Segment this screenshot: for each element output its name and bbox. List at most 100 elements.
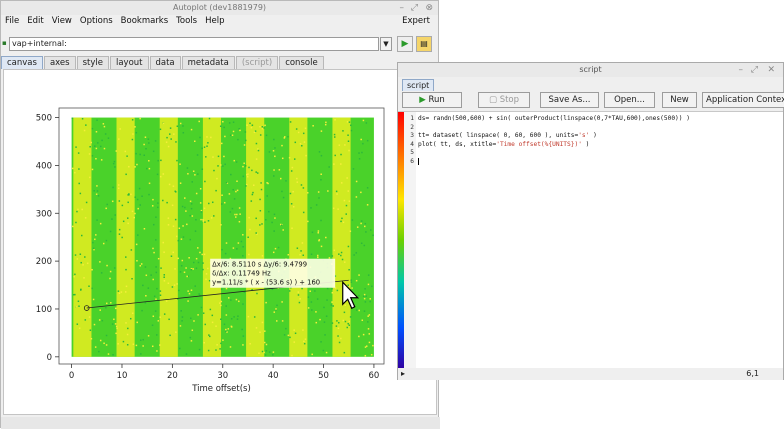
minimize-icon[interactable]: – <box>739 63 744 77</box>
heatmap-speckle <box>120 291 123 293</box>
heatmap-speckle <box>125 173 127 176</box>
menu-view[interactable]: View <box>48 15 76 28</box>
heatmap-speckle <box>176 283 178 285</box>
tab-script[interactable]: script <box>402 79 435 91</box>
heatmap-speckle <box>114 166 116 168</box>
open-button[interactable]: Open... <box>604 92 655 108</box>
heatmap-speckle <box>180 310 182 312</box>
tab-canvas[interactable]: canvas <box>1 56 43 69</box>
plot-canvas[interactable]: 0 100 200 300 400 500 0 10 20 30 40 50 60 Time offset… <box>3 69 437 415</box>
heatmap-speckle <box>239 129 241 132</box>
restore-icon[interactable]: ⤢ <box>751 63 758 77</box>
code-line[interactable]: 2 <box>404 124 418 132</box>
menu-help[interactable]: Help <box>201 15 228 28</box>
code-line[interactable]: 5 <box>404 149 418 157</box>
heatmap-speckle <box>289 121 292 123</box>
heatmap-speckle <box>290 203 293 205</box>
heatmap-speckle <box>351 219 354 221</box>
heatmap-speckle <box>281 301 283 303</box>
uri-input[interactable]: vap+internal: <box>9 37 379 51</box>
heatmap-speckle <box>302 211 305 214</box>
tab-console[interactable]: console <box>279 56 324 69</box>
stop-button[interactable]: ▢ Stop <box>478 92 530 108</box>
heatmap-speckle <box>274 147 276 149</box>
heatmap-speckle <box>125 322 127 324</box>
heatmap-speckle <box>159 344 161 346</box>
main-window-title: Autoplot (dev1881979) <box>172 3 267 12</box>
tab-style[interactable]: style <box>76 56 109 69</box>
heatmap-speckle <box>106 264 108 267</box>
tab-metadata[interactable]: metadata <box>181 56 235 69</box>
heatmap-speckle <box>151 205 154 207</box>
uri-dropdown-button[interactable]: ▼ <box>380 37 392 51</box>
heatmap-speckle <box>179 325 182 327</box>
heatmap-speckle <box>268 151 271 153</box>
run-button[interactable]: ▶ Run <box>402 92 462 108</box>
heatmap-speckle <box>182 125 184 127</box>
heatmap-speckle <box>118 200 121 202</box>
heatmap-speckle <box>340 153 342 156</box>
heatmap-speckle <box>343 261 346 263</box>
close-icon[interactable]: ✕ <box>767 63 775 77</box>
heatmap-speckle <box>95 147 98 150</box>
menu-options[interactable]: Options <box>76 15 117 28</box>
heatmap-speckle <box>282 196 285 199</box>
go-button[interactable]: ▶ <box>397 36 413 52</box>
heatmap-speckle <box>141 195 143 198</box>
minimize-icon[interactable]: – <box>400 1 405 15</box>
menu-edit[interactable]: Edit <box>23 15 47 28</box>
code-line[interactable]: 1 ds= randn(500,600) + sin( outerProduct(… <box>404 115 690 123</box>
bookmarks-folder-icon[interactable]: ▤ <box>416 36 432 52</box>
code-line[interactable]: 4 plot( tt, ds, xtitle='Time offset(%{UNI… <box>404 141 589 149</box>
code-text <box>414 157 419 165</box>
heatmap-speckle <box>173 284 176 286</box>
heatmap-speckle <box>199 202 202 204</box>
heatmap-speckle <box>355 309 358 311</box>
close-icon[interactable]: ⊗ <box>425 1 433 15</box>
heatmap-speckle <box>179 122 182 125</box>
heatmap-speckle <box>198 293 200 295</box>
heatmap-speckle <box>219 125 222 127</box>
application-context-button[interactable]: Application Context <box>702 92 784 108</box>
maximize-icon[interactable]: ⤢ <box>411 1 418 15</box>
heatmap-speckle <box>118 228 121 231</box>
menu-file[interactable]: File <box>1 15 23 28</box>
heatmap-speckle <box>256 172 259 174</box>
code-editor[interactable]: 1 ds= randn(500,600) + sin( outerProduct(… <box>398 111 783 369</box>
heatmap-speckle <box>156 173 159 176</box>
menu-bookmarks[interactable]: Bookmarks <box>117 15 173 28</box>
heatmap-speckle <box>335 190 338 193</box>
heatmap-speckle <box>105 306 107 309</box>
expand-arrow-icon[interactable]: ▸ <box>401 368 405 380</box>
tab-axes[interactable]: axes <box>43 56 76 69</box>
heatmap-speckle <box>74 273 76 276</box>
heatmap-speckle <box>115 325 118 328</box>
save-as-button[interactable]: Save As... <box>540 92 599 108</box>
heatmap-speckle <box>111 200 114 203</box>
heatmap-speckle <box>318 197 320 199</box>
heatmap-speckle <box>369 298 372 300</box>
heatmap-speckle <box>76 323 79 325</box>
code-line[interactable]: 3 tt= dataset( linspace( 0, 60, 600 ), un… <box>404 132 597 140</box>
expert-menu[interactable]: Expert <box>398 15 434 28</box>
heatmap-speckle <box>352 168 355 170</box>
heatmap-speckle <box>77 152 80 154</box>
play-icon: ▶ <box>419 95 426 105</box>
heatmap-speckle <box>91 155 94 157</box>
heatmap-speckle <box>162 122 165 125</box>
heatmap-speckle <box>163 274 166 276</box>
tab-data[interactable]: data <box>149 56 181 69</box>
code-token: ds= randn(500,600) + sin( outerProduct(l… <box>418 115 690 122</box>
code-line[interactable]: 6 <box>404 157 419 166</box>
menu-tools[interactable]: Tools <box>172 15 201 28</box>
plot-svg[interactable]: 0 100 200 300 400 500 0 10 20 30 40 50 60 Time offset… <box>4 70 436 414</box>
heatmap-speckle <box>317 256 319 259</box>
tab-script[interactable]: (script) <box>235 56 279 69</box>
heatmap-speckle <box>273 169 275 171</box>
tab-layout[interactable]: layout <box>109 56 149 69</box>
heatmap-speckle <box>96 219 98 221</box>
heatmap-speckle <box>135 344 138 347</box>
new-button[interactable]: New <box>662 92 697 108</box>
heatmap-speckle <box>220 224 222 226</box>
